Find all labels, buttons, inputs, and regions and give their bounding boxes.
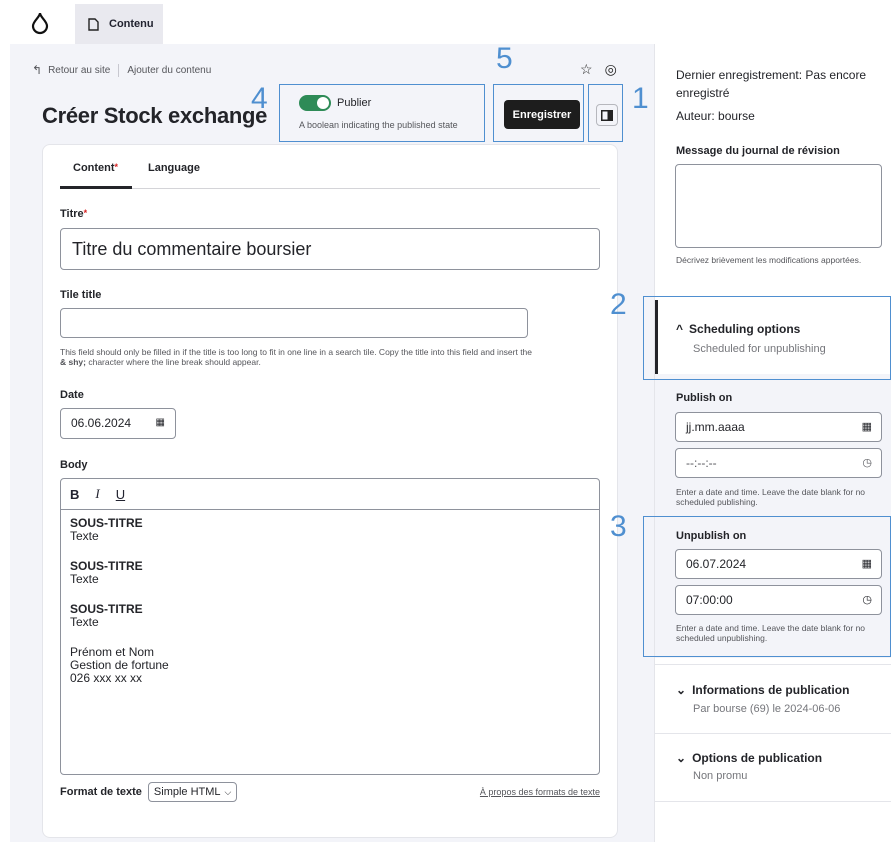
divider	[655, 801, 891, 802]
annotation-number-1: 1	[632, 82, 649, 115]
file-icon	[88, 17, 99, 31]
content-tabs	[60, 150, 600, 189]
author-label: Auteur:	[676, 109, 715, 123]
annotation-box-1	[588, 84, 623, 142]
publish-on-date-input[interactable]: jj.mm.aaaa ▦	[675, 412, 882, 442]
publication-info-toggle[interactable]: ⌄ Informations de publication	[676, 683, 849, 697]
tile-title-help: This field should only be filled in if t…	[60, 347, 540, 367]
text-format-row: Format de texte Simple HTML ⌵ À propos d…	[60, 781, 600, 803]
titre-label-text: Titre	[60, 208, 84, 220]
publication-options-summary: Non promu	[693, 770, 748, 782]
publication-info-summary: Par bourse (69) le 2024-06-06	[693, 703, 841, 715]
annotation-number-2: 2	[610, 288, 627, 321]
annotation-box-2	[643, 296, 891, 380]
toolbar-tab-contenu[interactable]: Contenu	[75, 4, 163, 44]
publish-on-date-placeholder: jj.mm.aaaa	[686, 420, 745, 434]
tile-title-input[interactable]	[60, 308, 528, 338]
divider	[655, 733, 891, 734]
tile-title-label: Tile title	[60, 289, 102, 301]
publication-options-title: Options de publication	[692, 751, 823, 765]
author-value: bourse	[718, 109, 755, 123]
breadcrumb-current[interactable]: Ajouter du contenu	[127, 65, 211, 76]
author: Auteur: bourse	[676, 109, 755, 123]
body-label: Body	[60, 459, 88, 471]
date-label: Date	[60, 389, 84, 401]
publish-on-time-input[interactable]: --:--:-- ◷	[675, 448, 882, 478]
tab-content-label: Content	[73, 162, 115, 174]
required-marker: *	[114, 162, 119, 172]
star-icon[interactable]: ☆	[580, 61, 593, 78]
bold-button[interactable]: B	[70, 487, 79, 502]
tile-title-help-bold: & shy;	[60, 357, 86, 367]
annotation-box-4	[279, 84, 485, 142]
breadcrumb-back-link[interactable]: Retour au site	[48, 65, 110, 76]
revision-log-label: Message du journal de révision	[676, 145, 840, 157]
body-text: Texte	[70, 529, 99, 543]
text-format-help-link[interactable]: À propos des formats de texte	[480, 787, 600, 797]
tile-title-help-text: This field should only be filled in if t…	[60, 347, 533, 357]
body-editor[interactable]: B I U SOUS-TITRE Texte SOUS-TITRE Texte …	[60, 478, 600, 775]
tab-language-label: Language	[148, 162, 200, 174]
annotation-box-3	[643, 516, 891, 657]
header-icons: ☆ ◎	[580, 61, 617, 78]
required-marker: *	[83, 208, 88, 218]
revision-log-help: Décrivez brièvement les modifications ap…	[676, 255, 862, 265]
breadcrumb: ↰ Retour au site Ajouter du contenu	[32, 63, 211, 77]
user-circle-icon[interactable]: ◎	[605, 61, 617, 78]
editor-content[interactable]: SOUS-TITRE Texte SOUS-TITRE Texte SOUS-T…	[70, 517, 169, 685]
date-value: 06.06.2024	[71, 416, 132, 430]
tile-title-help-text-end: character where the line break should ap…	[85, 357, 261, 367]
chevron-down-icon: ⌄	[676, 683, 687, 697]
publish-on-time-placeholder: --:--:--	[686, 456, 717, 470]
body-text: Texte	[70, 615, 99, 629]
calendar-icon[interactable]: ▦	[862, 420, 872, 433]
calendar-icon[interactable]: ▦	[156, 417, 165, 428]
last-saved-label: Dernier enregistrement:	[676, 68, 803, 82]
chevron-down-icon: ⌵	[224, 786, 232, 797]
publish-on-label: Publish on	[676, 392, 733, 404]
breadcrumb-divider	[118, 63, 120, 77]
text-format-select[interactable]: Simple HTML ⌵	[147, 782, 238, 802]
top-toolbar: Contenu	[0, 0, 891, 44]
last-saved: Dernier enregistrement: Pas encore enreg…	[676, 66, 886, 102]
tab-language[interactable]: Language	[148, 162, 200, 174]
revision-log-textarea[interactable]	[675, 164, 882, 248]
drupal-logo-icon[interactable]	[30, 11, 50, 35]
annotation-number-4: 4	[251, 82, 268, 115]
body-signature-phone: 026 xxx xx xx	[70, 671, 143, 685]
toolbar-tab-label: Contenu	[109, 18, 154, 30]
page-title: Créer Stock exchange	[42, 103, 268, 128]
publish-on-help: Enter a date and time. Leave the date bl…	[676, 487, 866, 507]
back-arrow-icon: ↰	[32, 63, 43, 77]
clock-icon[interactable]: ◷	[862, 456, 872, 469]
text-format-value: Simple HTML	[153, 786, 221, 798]
editor-toolbar: B I U	[61, 479, 599, 510]
italic-button[interactable]: I	[95, 486, 99, 502]
publication-options-toggle[interactable]: ⌄ Options de publication	[676, 751, 822, 765]
annotation-number-3: 3	[610, 510, 627, 543]
divider	[655, 664, 891, 665]
text-format-label: Format de texte	[60, 786, 142, 798]
date-input[interactable]: 06.06.2024 ▦	[60, 408, 176, 439]
publication-info-title: Informations de publication	[692, 683, 850, 697]
annotation-number-5: 5	[496, 42, 513, 75]
tab-content[interactable]: Content*	[73, 162, 118, 174]
active-tab-indicator	[60, 186, 132, 189]
body-text: Texte	[70, 572, 99, 586]
chevron-down-icon: ⌄	[676, 751, 687, 765]
titre-input[interactable]: Titre du commentaire boursier	[60, 228, 600, 270]
underline-button[interactable]: U	[116, 487, 125, 502]
titre-label: Titre*	[60, 208, 87, 220]
annotation-box-5	[493, 84, 584, 142]
